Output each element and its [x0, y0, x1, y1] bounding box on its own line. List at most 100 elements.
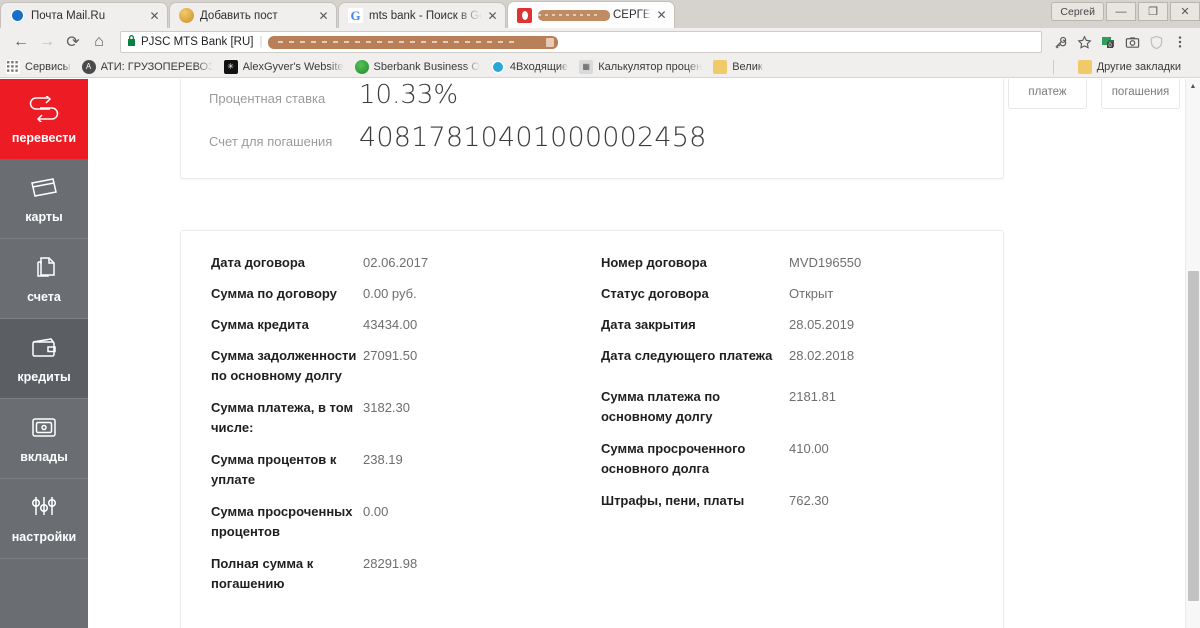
sidebar-item-deposits[interactable]: вклады	[0, 399, 88, 479]
bookmark-label: AlexGyver's Website	[242, 60, 344, 73]
scrollbar-thumb[interactable]	[1188, 271, 1199, 601]
tab-close-icon[interactable]: ✕	[486, 9, 499, 23]
detail-row: Дата закрытия 28.05.2019	[601, 315, 979, 335]
detail-label: Сумма кредита	[211, 317, 309, 332]
sidebar-item-cards[interactable]: карты	[0, 159, 88, 239]
tab-close-icon[interactable]: ✕	[655, 8, 668, 22]
site-identity-label: PJSC MTS Bank [RU]	[141, 36, 254, 48]
documents-icon	[30, 253, 58, 283]
bookmark-calculator[interactable]: ▦ Калькулятор процен	[579, 59, 702, 74]
interest-rate-label: Процентная ставка	[209, 91, 326, 106]
folder-icon	[1077, 59, 1092, 74]
repayment-methods-line1: Способы	[1116, 79, 1164, 82]
key-icon[interactable]	[1048, 30, 1072, 54]
detail-label: Сумма задолженности по основному долгу	[211, 348, 357, 383]
lock-icon	[127, 35, 136, 49]
detail-value: 410.00	[789, 441, 829, 456]
camera-icon[interactable]	[1120, 30, 1144, 54]
detail-row: Сумма по договору 0.00 руб.	[211, 284, 601, 304]
bookmark-alexgyver[interactable]: ✳ AlexGyver's Website	[223, 59, 344, 74]
sidebar-item-credits[interactable]: кредиты	[0, 319, 88, 399]
tab-title: СЕРГЕЙ ВЛА	[613, 9, 651, 21]
mail-ru-icon	[10, 8, 25, 23]
shield-icon[interactable]	[1144, 30, 1168, 54]
browser-tab-2[interactable]: G mts bank - Поиск в Goo ✕	[338, 2, 506, 28]
other-bookmarks-button[interactable]: Другие закладки	[1077, 59, 1181, 74]
detail-value: 43434.00	[363, 317, 418, 332]
redacted-tab-text	[538, 9, 610, 21]
bookmark-inbox[interactable]: 4Входящие	[490, 59, 568, 74]
sidebar-item-label: карты	[25, 210, 63, 224]
forward-icon[interactable]: →	[34, 29, 60, 55]
bookmarks-bar: Сервисы A АТИ: ГРУЗОПЕРЕВОЗ ✳ AlexGyver'…	[0, 56, 1200, 78]
alexgyver-icon: ✳	[223, 59, 238, 74]
sidebar-item-accounts[interactable]: счета	[0, 239, 88, 319]
tab-close-icon[interactable]: ✕	[148, 9, 161, 23]
other-bookmarks-label: Другие закладки	[1096, 60, 1181, 73]
detail-value: MVD196550	[789, 255, 862, 270]
detail-label: Номер договора	[601, 255, 707, 270]
bookmarks-divider	[1053, 59, 1054, 74]
omnibox-separator: |	[259, 36, 263, 48]
orange-circle-icon	[179, 8, 194, 23]
new-tab-button[interactable]	[680, 6, 706, 28]
repayment-methods-button[interactable]: Способы погашения	[1101, 79, 1180, 109]
bookmark-ati[interactable]: A АТИ: ГРУЗОПЕРЕВОЗ	[81, 59, 213, 74]
detail-label: Сумма по договору	[211, 286, 337, 301]
detail-label: Штрафы, пени, платы	[601, 493, 745, 508]
detail-row: Статус договора Открыт	[601, 284, 979, 304]
bookmark-label: АТИ: ГРУЗОПЕРЕВОЗ	[100, 60, 213, 73]
home-icon[interactable]: ⌂	[86, 29, 112, 55]
sidebar-item-transfer[interactable]: перевести	[0, 79, 88, 159]
repayment-account-row: Счет для погашения 40817810401000002458	[209, 122, 707, 153]
detail-row: Сумма просроченного основного долга 410.…	[601, 439, 979, 480]
detail-value: Открыт	[789, 286, 834, 301]
window-controls: Сергей — ❐ ✕	[1051, 0, 1200, 28]
detail-label: Сумма просроченных процентов	[211, 504, 353, 539]
ati-icon: A	[81, 59, 96, 74]
sidebar-filler	[0, 559, 88, 619]
star-icon[interactable]	[1072, 30, 1096, 54]
detail-label: Сумма платежа по основному долгу	[601, 389, 721, 424]
sidebar-item-label: вклады	[20, 450, 68, 464]
bookmark-apps[interactable]: Сервисы	[6, 59, 71, 74]
detail-row: Штрафы, пени, платы 762.30	[601, 491, 979, 511]
detail-label: Дата закрытия	[601, 317, 696, 332]
detail-row: Сумма кредита 43434.00	[211, 315, 601, 335]
browser-tab-0[interactable]: Почта Mail.Ru ✕	[0, 2, 168, 28]
detail-row: Дата следующего платежа 28.02.2018	[601, 346, 979, 366]
detail-row: Номер договора MVD196550	[601, 253, 979, 273]
make-payment-button[interactable]: Внести платеж	[1008, 79, 1087, 109]
bookmark-velik[interactable]: Велик	[713, 59, 763, 74]
reload-icon[interactable]: ⟳	[60, 29, 86, 55]
tab-close-icon[interactable]: ✕	[317, 9, 330, 23]
google-icon: G	[348, 8, 363, 23]
page-scrollbar[interactable]: ▲	[1185, 79, 1200, 628]
safe-icon	[30, 413, 58, 443]
interest-rate-value: 10.33%	[359, 80, 459, 110]
wallet-icon	[29, 333, 59, 363]
bookmark-sberbank[interactable]: Sberbank Business O	[354, 59, 480, 74]
close-window-icon[interactable]: ✕	[1170, 2, 1200, 21]
browser-tab-1[interactable]: Добавить пост ✕	[169, 2, 337, 28]
detail-label: Полная сумма к погашению	[211, 556, 314, 591]
browser-tab-3-active[interactable]: СЕРГЕЙ ВЛА ✕	[507, 1, 675, 28]
address-bar[interactable]: PJSC MTS Bank [RU] |	[120, 31, 1042, 53]
column-spacer	[601, 377, 979, 387]
make-payment-line1: Внести	[1029, 79, 1067, 82]
sidebar-item-settings[interactable]: настройки	[0, 479, 88, 559]
repayment-account-label: Счет для погашения	[209, 134, 333, 149]
menu-icon[interactable]	[1168, 30, 1192, 54]
minimize-icon[interactable]: —	[1106, 2, 1136, 21]
scroll-up-icon[interactable]: ▲	[1186, 79, 1200, 94]
extension-icon[interactable]: 0	[1096, 30, 1120, 54]
back-icon[interactable]: ←	[8, 29, 34, 55]
detail-label: Дата договора	[211, 255, 306, 270]
apps-grid-icon	[6, 59, 20, 74]
loan-details-card: Дата договора 02.06.2017 Сумма по догово…	[180, 230, 1004, 628]
detail-value: 28291.98	[363, 556, 418, 571]
sidebar-item-label: настройки	[11, 530, 77, 544]
redacted-url	[268, 35, 559, 49]
profile-button[interactable]: Сергей	[1051, 2, 1104, 21]
maximize-icon[interactable]: ❐	[1138, 2, 1168, 21]
